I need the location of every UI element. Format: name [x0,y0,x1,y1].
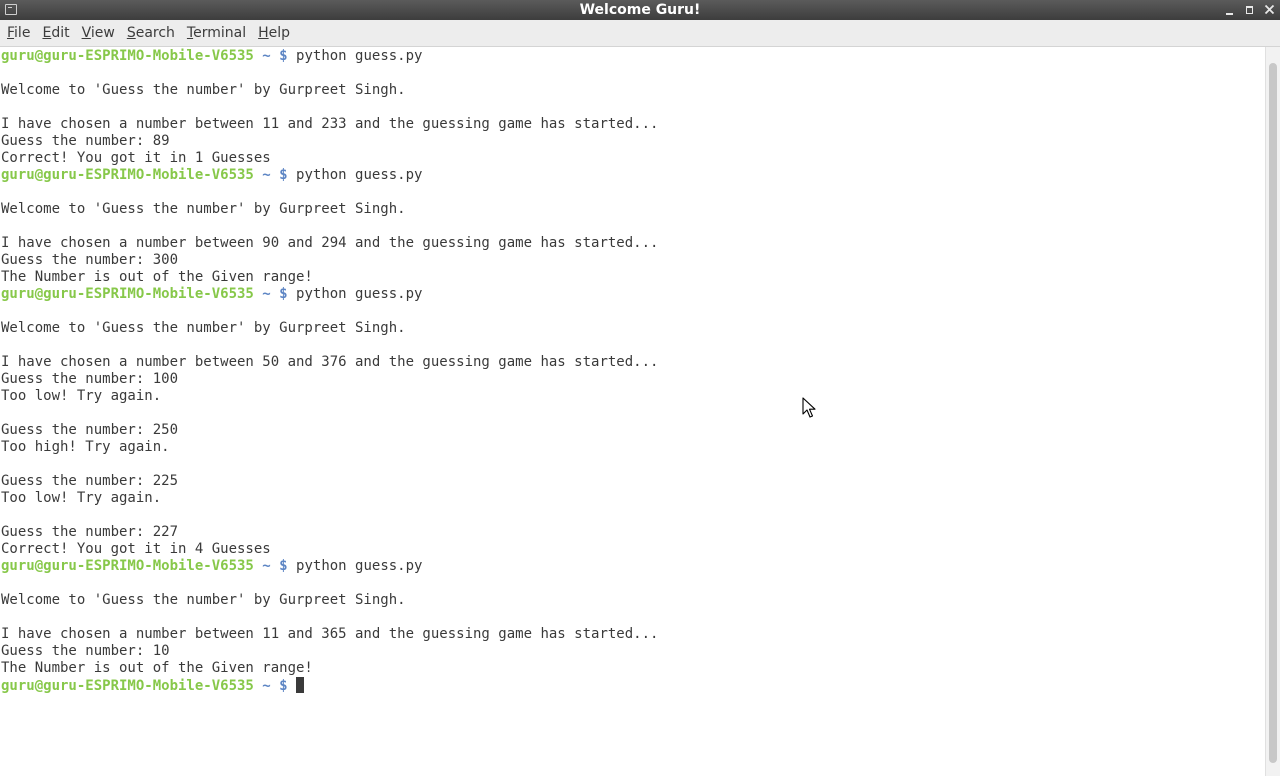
output-line: Guess the number: 89 [1,133,170,149]
menu-terminal[interactable]: Terminal [181,20,252,46]
menu-mnemonic: S [126,25,136,41]
maximize-icon[interactable] [1240,0,1260,20]
prompt-user-host: guru@guru-ESPRIMO-Mobile-V6535 [1,167,254,183]
menu-label: elp [268,25,291,41]
text-cursor [296,677,305,693]
output-line: Too high! Try again. [1,439,170,455]
prompt-path: ~ $ [253,48,297,64]
output-line: Welcome to 'Guess the number' by Gurpree… [1,201,406,217]
prompt-line: guru@guru-ESPRIMO-Mobile-V6535 ~ $ pytho… [0,48,1265,65]
menu-file[interactable]: File [1,20,36,46]
prompt-path: ~ $ [253,558,297,574]
output-line: Welcome to 'Guess the number' by Gurpree… [1,320,406,336]
window-controls [1220,0,1280,20]
prompt-user-host: guru@guru-ESPRIMO-Mobile-V6535 [1,678,254,694]
menu-mnemonic: V [81,25,91,41]
output-line: Welcome to 'Guess the number' by Gurpree… [1,592,406,608]
menu-mnemonic: F [7,25,15,41]
mouse-pointer-icon [802,397,816,418]
menu-label: dit [51,25,70,41]
prompt-path: ~ $ [253,678,297,694]
command-text: python guess.py [296,286,423,302]
menu-view[interactable]: View [76,20,121,46]
menu-label: ile [14,25,31,41]
output-line: Correct! You got it in 1 Guesses [1,150,271,166]
prompt-line: guru@guru-ESPRIMO-Mobile-V6535 ~ $ pytho… [0,558,1265,575]
menu-label: erminal [193,25,247,41]
menu-search[interactable]: Search [121,20,181,46]
command-text: python guess.py [296,167,423,183]
terminal-output[interactable]: guru@guru-ESPRIMO-Mobile-V6535 ~ $ pytho… [0,47,1265,776]
menu-help[interactable]: Help [252,20,296,46]
output-line: I have chosen a number between 90 and 29… [1,235,659,251]
window-title: Welcome Guru! [579,2,701,18]
command-text: python guess.py [296,558,423,574]
output-line: Guess the number: 100 [1,371,179,387]
command-text: python guess.py [296,48,423,64]
prompt-user-host: guru@guru-ESPRIMO-Mobile-V6535 [1,48,254,64]
output-line: Too low! Try again. [1,490,162,506]
prompt-line: guru@guru-ESPRIMO-Mobile-V6535 ~ $ pytho… [0,286,1265,303]
output-line: Too low! Try again. [1,388,162,404]
prompt-path: ~ $ [253,167,297,183]
prompt-path: ~ $ [253,286,297,302]
menu-label: iew [90,25,115,41]
output-line: Guess the number: 227 [1,524,179,540]
menubar: File Edit View Search Terminal Help [0,20,1280,47]
menu-mnemonic: E [42,25,52,41]
output-line: Guess the number: 10 [1,643,170,659]
output-line: Guess the number: 225 [1,473,179,489]
minimize-icon[interactable] [1220,0,1240,20]
output-line: I have chosen a number between 11 and 23… [1,116,659,132]
output-line: Guess the number: 300 [1,252,179,268]
window-titlebar[interactable]: Welcome Guru! [0,0,1280,20]
menu-mnemonic: H [258,25,269,41]
output-line: Correct! You got it in 4 Guesses [1,541,271,557]
output-line: Guess the number: 250 [1,422,179,438]
output-line: I have chosen a number between 11 and 36… [1,626,659,642]
output-line: I have chosen a number between 50 and 37… [1,354,659,370]
menu-edit[interactable]: Edit [36,20,75,46]
close-icon[interactable] [1260,0,1280,20]
prompt-user-host: guru@guru-ESPRIMO-Mobile-V6535 [1,558,254,574]
prompt-user-host: guru@guru-ESPRIMO-Mobile-V6535 [1,286,254,302]
menu-label: earch [135,25,175,41]
scrollbar-thumb[interactable] [1269,63,1277,763]
terminal-scrollbar[interactable] [1265,47,1280,776]
output-line: The Number is out of the Given range! [1,269,313,285]
output-line: Welcome to 'Guess the number' by Gurpree… [1,82,406,98]
prompt-line: guru@guru-ESPRIMO-Mobile-V6535 ~ $ pytho… [0,167,1265,184]
prompt-line: guru@guru-ESPRIMO-Mobile-V6535 ~ $ [0,677,1265,694]
output-line: The Number is out of the Given range! [1,660,313,676]
